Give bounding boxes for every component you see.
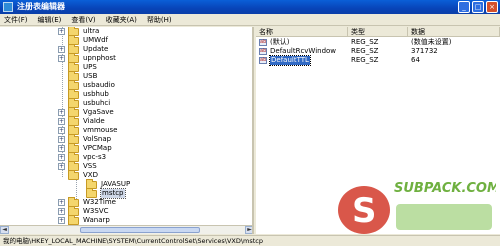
menu-view[interactable]: 查看(V) bbox=[71, 14, 95, 25]
tree-item[interactable]: USB bbox=[58, 70, 97, 81]
tree-item[interactable]: + VSS bbox=[58, 160, 97, 171]
tree-item[interactable]: usbuhci bbox=[58, 97, 110, 108]
string-value-icon: ab bbox=[259, 57, 267, 64]
tree-item-label[interactable]: vpc-s3 bbox=[83, 153, 106, 162]
tree-item-label[interactable]: UPS bbox=[83, 63, 97, 72]
tree-item-label[interactable]: Update bbox=[83, 45, 108, 54]
folder-icon bbox=[68, 169, 79, 180]
expand-icon[interactable]: + bbox=[58, 118, 65, 125]
status-bar-path: 我的电脑\HKEY_LOCAL_MACHINE\SYSTEM\CurrentCo… bbox=[0, 235, 500, 246]
expand-icon[interactable]: + bbox=[58, 28, 65, 35]
tree-item[interactable]: + W32Time bbox=[58, 196, 116, 207]
tree-item[interactable]: + VolSnap bbox=[58, 133, 111, 144]
menu-favorites[interactable]: 收藏夹(A) bbox=[106, 14, 137, 25]
tree-item[interactable]: mstcp bbox=[76, 187, 126, 199]
tree-item-label[interactable]: VPCMap bbox=[83, 144, 112, 153]
registry-tree-pane[interactable]: + ultra UMWdf + Update + upnphost UPS USB usbaudi… bbox=[0, 27, 254, 234]
tree-item[interactable]: + W3SVC bbox=[58, 205, 109, 216]
tree-item[interactable]: + Update bbox=[58, 43, 108, 54]
expand-icon[interactable]: + bbox=[58, 163, 65, 170]
value-data: 371732 bbox=[411, 47, 438, 55]
value-row[interactable]: ab DefaultTTL REG_SZ 64 bbox=[256, 55, 500, 66]
subpack-watermark-logo: S SUBPACK.COM bbox=[338, 181, 496, 234]
value-name[interactable]: DefaultTTL bbox=[269, 55, 311, 66]
registry-values-pane[interactable]: 名称 类型 数据 ab (默认) REG_SZ (数值未设置) ab DefaultRcv… bbox=[256, 27, 500, 234]
column-header-name[interactable]: 名称 bbox=[256, 27, 348, 37]
expand-icon[interactable]: + bbox=[58, 127, 65, 134]
tree-item[interactable]: + ViaIde bbox=[58, 115, 105, 126]
tree-item-label[interactable]: JAVASUP bbox=[101, 180, 130, 189]
expand-icon[interactable]: + bbox=[58, 55, 65, 62]
expand-icon[interactable]: + bbox=[58, 217, 65, 224]
tree-item[interactable]: + upnphost bbox=[58, 52, 116, 63]
minimize-button[interactable]: _ bbox=[458, 1, 470, 13]
expand-icon[interactable]: + bbox=[58, 199, 65, 206]
tree-item-label[interactable]: ViaIde bbox=[83, 117, 105, 126]
value-name[interactable]: DefaultRcvWindow bbox=[270, 47, 336, 56]
tree-item-label[interactable]: usbaudio bbox=[83, 81, 115, 90]
tree-item[interactable]: + VPCMap bbox=[58, 142, 112, 153]
tree-item[interactable]: + vmmouse bbox=[58, 124, 117, 135]
tree-item-label[interactable]: ultra bbox=[83, 27, 99, 36]
tree-item-label[interactable]: upnphost bbox=[83, 54, 116, 63]
tree-item-label[interactable]: VolSnap bbox=[83, 135, 111, 144]
tree-item-label[interactable]: VSS bbox=[83, 162, 97, 171]
menu-file[interactable]: 文件(F) bbox=[4, 14, 28, 25]
value-row[interactable]: ab DefaultRcvWindow REG_SZ 371732 bbox=[256, 47, 500, 56]
tree-item-label[interactable]: mstcp bbox=[100, 188, 126, 199]
expand-icon[interactable]: + bbox=[58, 154, 65, 161]
tree-item[interactable]: JAVASUP bbox=[76, 178, 130, 189]
tree-item[interactable]: UPS bbox=[58, 61, 97, 72]
tree-item[interactable]: usbhub bbox=[58, 88, 109, 99]
title-bar[interactable]: 注册表编辑器 _ □ × bbox=[0, 0, 500, 14]
watermark-text: SUBPACK.COM bbox=[394, 181, 496, 196]
expand-icon[interactable]: + bbox=[58, 46, 65, 53]
value-type: REG_SZ bbox=[351, 47, 379, 55]
window-title: 注册表编辑器 bbox=[17, 2, 65, 11]
tree-item-label[interactable]: W3SVC bbox=[83, 207, 109, 216]
value-data: 64 bbox=[411, 56, 420, 64]
tree-item-label[interactable]: USB bbox=[83, 72, 97, 81]
column-header-data[interactable]: 数据 bbox=[408, 27, 500, 37]
menu-edit[interactable]: 编辑(E) bbox=[38, 14, 62, 25]
tree-item[interactable]: + vpc-s3 bbox=[58, 151, 106, 162]
tree-item[interactable]: + VgaSave bbox=[58, 106, 114, 117]
watermark-glyph: S bbox=[352, 191, 377, 231]
tree-item-label[interactable]: W32Time bbox=[83, 198, 116, 207]
value-name[interactable]: (默认) bbox=[270, 38, 289, 47]
tree-item-label[interactable]: usbhub bbox=[83, 90, 109, 99]
column-header-type[interactable]: 类型 bbox=[348, 27, 408, 37]
tree-item[interactable]: UMWdf bbox=[58, 34, 108, 45]
scroll-right-arrow-icon[interactable]: ► bbox=[245, 226, 252, 234]
scrollbar-thumb[interactable] bbox=[80, 227, 200, 233]
expand-icon[interactable]: + bbox=[58, 145, 65, 152]
expand-icon[interactable]: + bbox=[58, 109, 65, 116]
close-button[interactable]: × bbox=[486, 1, 498, 13]
value-type: REG_SZ bbox=[351, 56, 379, 64]
string-value-icon: ab bbox=[259, 39, 267, 46]
string-value-icon: ab bbox=[259, 48, 267, 55]
value-data: (数值未设置) bbox=[411, 38, 452, 46]
tree-item[interactable]: + Wanarp bbox=[58, 214, 110, 225]
tree-item[interactable]: usbaudio bbox=[58, 79, 115, 90]
expand-icon[interactable]: + bbox=[58, 136, 65, 143]
scroll-left-arrow-icon[interactable]: ◄ bbox=[0, 226, 9, 234]
menu-help[interactable]: 帮助(H) bbox=[147, 14, 172, 25]
value-type: REG_SZ bbox=[351, 38, 379, 46]
maximize-button[interactable]: □ bbox=[472, 1, 484, 13]
value-row[interactable]: ab (默认) REG_SZ (数值未设置) bbox=[256, 38, 500, 47]
folder-icon bbox=[86, 187, 97, 198]
tree-horizontal-scrollbar[interactable]: ◄ ► bbox=[0, 225, 252, 234]
tree-item-label[interactable]: usbuhci bbox=[83, 99, 110, 108]
registry-editor-icon bbox=[3, 2, 13, 12]
menu-bar: 文件(F) 编辑(E) 查看(V) 收藏夹(A) 帮助(H) bbox=[0, 14, 500, 26]
tree-item-label[interactable]: Wanarp bbox=[83, 216, 110, 225]
tree-item-label[interactable]: vmmouse bbox=[83, 126, 117, 135]
tree-item[interactable]: + ultra bbox=[58, 27, 99, 36]
tree-item-label[interactable]: VgaSave bbox=[83, 108, 114, 117]
tree-item-label[interactable]: UMWdf bbox=[83, 36, 108, 45]
expand-icon[interactable]: + bbox=[58, 208, 65, 215]
